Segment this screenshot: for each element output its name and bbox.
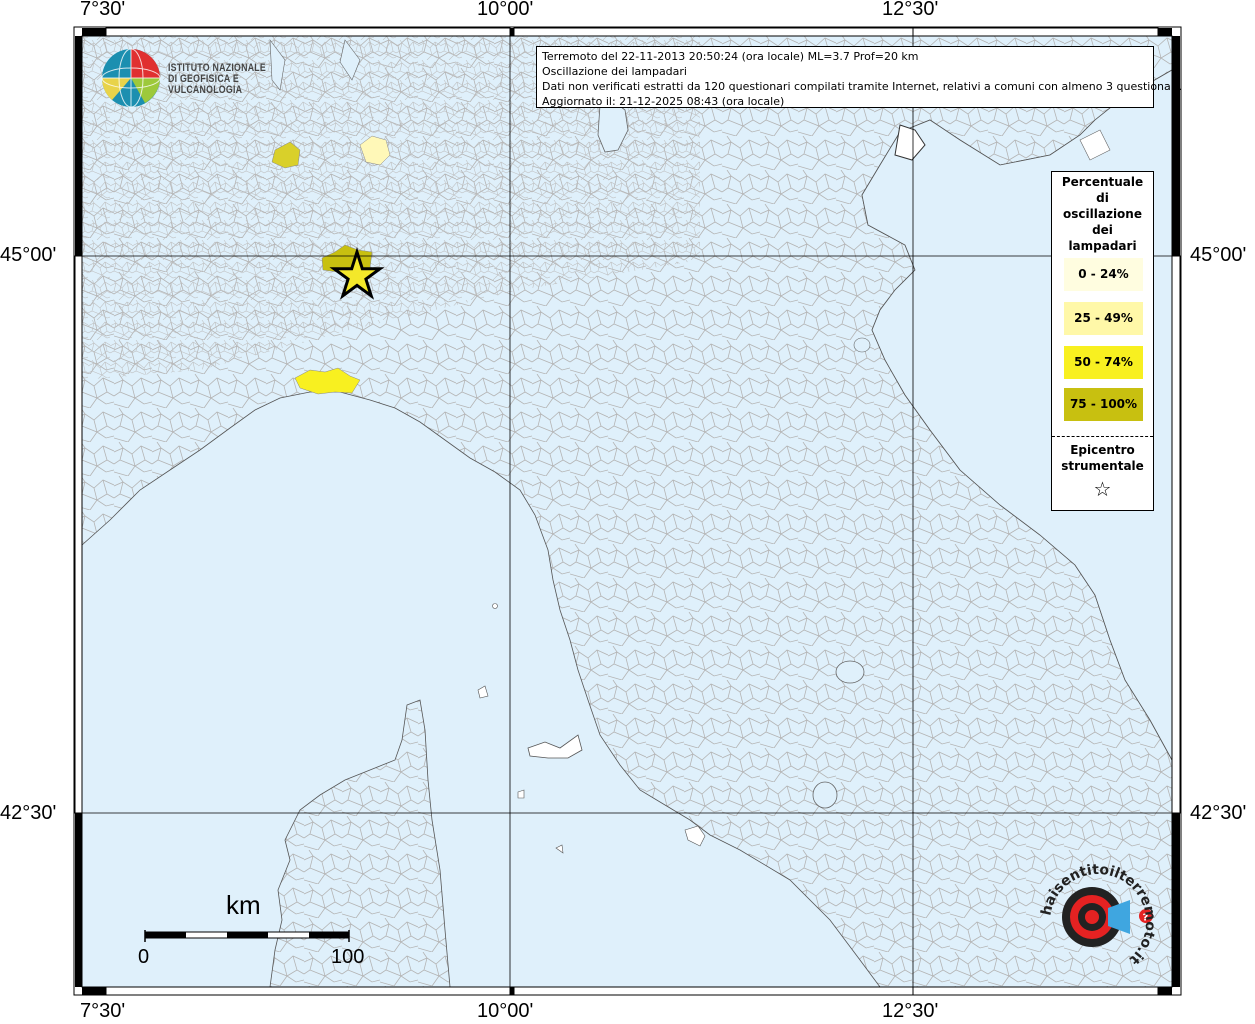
tick-top-7-30: 7°30' xyxy=(80,0,126,20)
event-info-box: Terremoto del 22-11-2013 20:50:24 (ora l… xyxy=(536,46,1182,108)
data-note: Dati non verificati estratti da 120 ques… xyxy=(542,80,1182,93)
ingv-logo: ISTITUTO NAZIONALE DI GEOFISICA E VULCAN… xyxy=(100,48,320,110)
tick-right-42-30: 42°30' xyxy=(1190,802,1247,824)
legend-epicenter-label: Epicentro strumentale xyxy=(1061,443,1144,473)
legend-item-50-74: 50 - 74% xyxy=(1064,346,1143,379)
scale-unit-label: km xyxy=(226,890,261,920)
hsl-watermark: haisentitoilterremoto.it xyxy=(1038,862,1158,968)
scale-max-label: 100 xyxy=(331,946,365,968)
map-subtitle: Oscillazione dei lampadari xyxy=(542,65,687,78)
legend-item-25-49: 25 - 49% xyxy=(1064,302,1143,335)
star-icon: ☆ xyxy=(1093,477,1112,501)
tick-bottom-10-00: 10°00' xyxy=(477,1000,534,1022)
tick-top-10-00: 10°00' xyxy=(477,0,534,20)
legend-divider xyxy=(1052,436,1153,437)
legend-title: Percentuale di oscillazione dei lampadar… xyxy=(1061,175,1144,253)
tick-left-45-00: 45°00' xyxy=(0,244,57,266)
hsl-watermark-text: haisentitoilterremoto.it xyxy=(1038,862,1158,968)
scale-min-label: 0 xyxy=(138,946,150,968)
legend-item-0-24: 0 - 24% xyxy=(1064,258,1143,291)
tick-left-42-30: 42°30' xyxy=(0,802,57,824)
tick-bottom-12-30: 12°30' xyxy=(882,1000,939,1022)
legend-item-75-100: 75 - 100% xyxy=(1064,388,1143,421)
event-title: Terremoto del 22-11-2013 20:50:24 (ora l… xyxy=(542,50,919,63)
updated-timestamp: Aggiornato il: 21-12-2025 08:43 (ora loc… xyxy=(542,95,785,108)
tick-top-12-30: 12°30' xyxy=(882,0,939,20)
tick-bottom-7-30: 7°30' xyxy=(80,1000,126,1022)
tick-right-45-00: 45°00' xyxy=(1190,244,1247,266)
ingv-logo-text: ISTITUTO NAZIONALE DI GEOFISICA E VULCAN… xyxy=(168,62,267,96)
legend: Percentuale di oscillazione dei lampadar… xyxy=(1051,171,1154,511)
